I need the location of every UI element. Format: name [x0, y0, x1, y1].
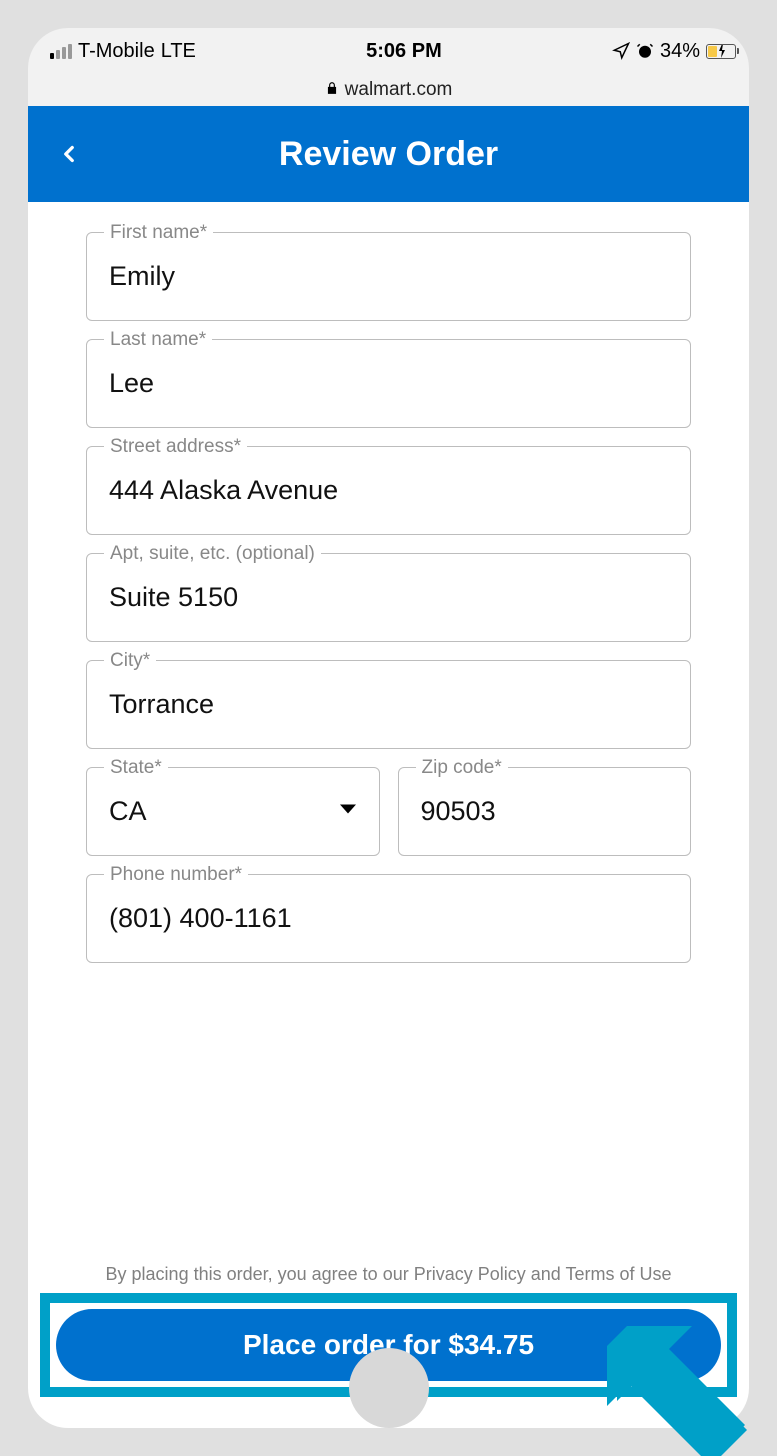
agree-text: By placing this order, you agree to our …: [28, 1256, 749, 1285]
phone-input[interactable]: [86, 874, 691, 963]
apt-input[interactable]: [86, 553, 691, 642]
battery-icon: [706, 44, 727, 59]
back-button[interactable]: [56, 133, 82, 175]
zip-label: Zip code*: [416, 757, 508, 779]
street-input[interactable]: [86, 446, 691, 535]
last-name-label: Last name*: [104, 329, 212, 351]
alarm-icon: [636, 42, 654, 60]
phone-label: Phone number*: [104, 864, 248, 886]
page-title: Review Order: [28, 135, 749, 174]
location-icon: [612, 42, 630, 60]
home-indicator: [349, 1348, 429, 1428]
app-header: Review Order: [28, 106, 749, 202]
network-label: LTE: [161, 40, 196, 63]
battery-pct: 34%: [660, 40, 700, 63]
carrier-label: T-Mobile: [78, 40, 155, 63]
city-input[interactable]: [86, 660, 691, 749]
zip-input[interactable]: [398, 767, 692, 856]
lock-icon: [325, 81, 339, 99]
state-select[interactable]: [86, 767, 380, 856]
url-bar: walmart.com: [28, 74, 749, 106]
status-bar: T-Mobile LTE 5:06 PM 34%: [28, 28, 749, 74]
form-content: First name* Last name* Street address*: [28, 202, 749, 1256]
apt-label: Apt, suite, etc. (optional): [104, 543, 321, 565]
status-left: T-Mobile LTE: [50, 40, 196, 63]
status-right: 34%: [612, 40, 727, 63]
chevron-left-icon: [56, 133, 82, 175]
signal-icon: [50, 44, 72, 59]
status-time: 5:06 PM: [366, 40, 442, 63]
state-label: State*: [104, 757, 168, 779]
arrow-annotation-icon: [597, 1296, 757, 1456]
city-label: City*: [104, 650, 156, 672]
first-name-label: First name*: [104, 222, 213, 244]
street-label: Street address*: [104, 436, 247, 458]
last-name-input[interactable]: [86, 339, 691, 428]
first-name-input[interactable]: [86, 232, 691, 321]
device-frame: T-Mobile LTE 5:06 PM 34% walmart.com Rev…: [28, 28, 749, 1428]
url-text: walmart.com: [345, 79, 453, 101]
